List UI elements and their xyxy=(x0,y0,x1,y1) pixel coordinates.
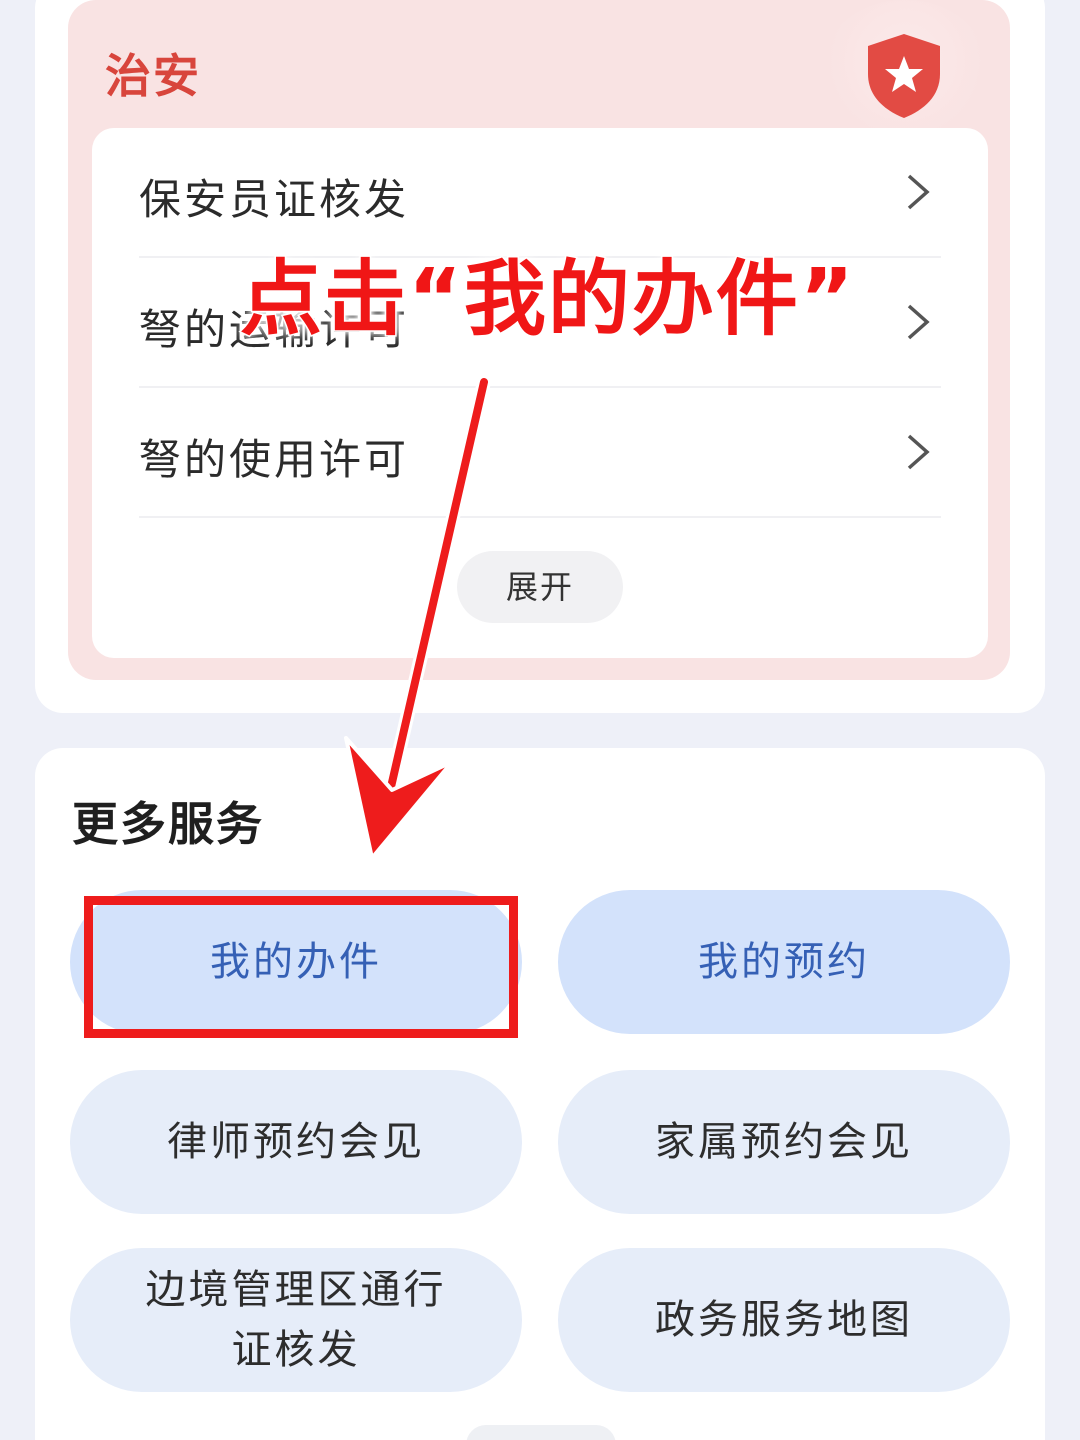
annotation-arrow xyxy=(344,375,491,860)
highlight-box xyxy=(84,896,518,1038)
annotation-text: 点击“我的办件” xyxy=(239,251,856,349)
